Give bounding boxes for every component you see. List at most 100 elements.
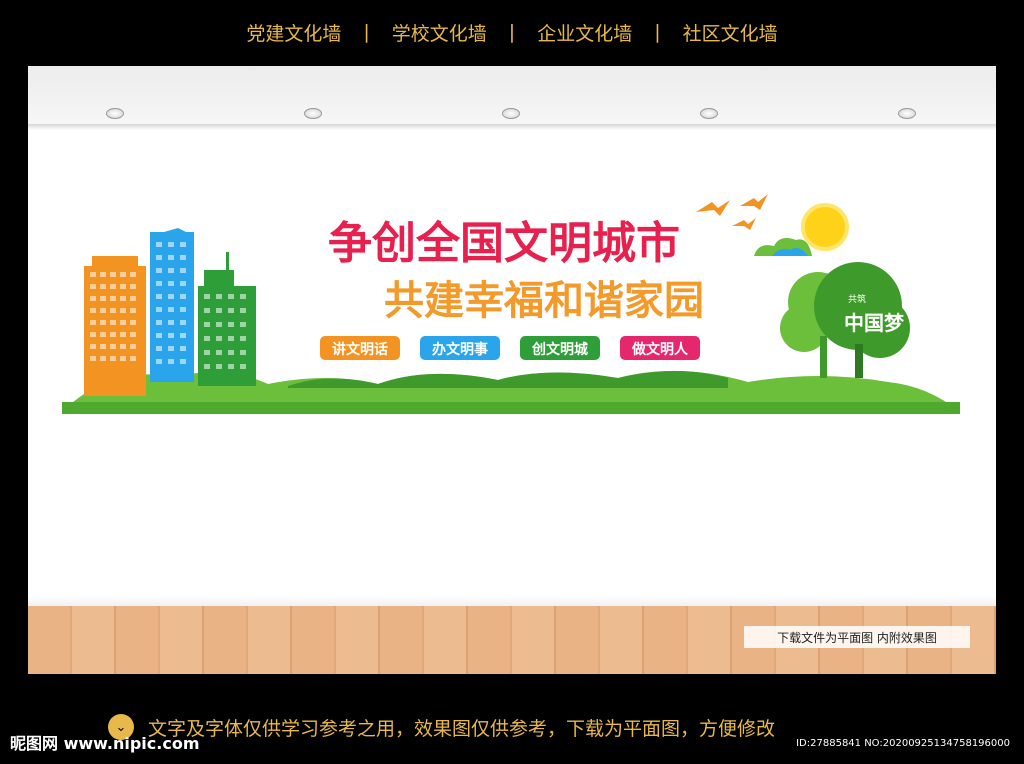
building-window [90,272,96,277]
building-window [180,359,186,364]
building-window [180,307,186,312]
building-window [110,356,116,361]
building-window [130,308,136,313]
bird-icon [732,218,756,230]
building-window [240,308,246,313]
building-window [100,308,106,313]
building-window [240,336,246,341]
building-window [110,284,116,289]
tree-logo-main: 中国梦 [844,311,905,335]
image-id: ID:27885841 NO:20200925134758196000 [796,738,1010,749]
building-window [228,350,234,355]
building-window [228,322,234,327]
building-window [168,359,174,364]
building-window [180,333,186,338]
building-window [168,281,174,286]
building-window [120,332,126,337]
building-window [110,308,116,313]
building-window [110,332,116,337]
building-window [240,350,246,355]
building-window [130,356,136,361]
building-window [90,296,96,301]
building-window [216,364,222,369]
building-window [130,296,136,301]
building-window [204,294,210,299]
bottom-bar: ⌄ 文字及字体仅供学习参考之用，效果图仅供参考，下载为平面图，方便修改 昵图网 … [0,682,1024,764]
building-window [156,333,162,338]
building-window [168,242,174,247]
building-window [120,284,126,289]
building-window [180,346,186,351]
site-logo[interactable]: 昵图网 www.nipic.com [10,730,200,754]
building-window [216,308,222,313]
building-window [120,320,126,325]
building-window [168,320,174,325]
building-window [110,320,116,325]
preview-stage: 共筑 中国梦 争创全国文明城市 共建幸福和谐家园 讲文明话 办文明事 创文明城 … [28,66,996,674]
building-window [168,268,174,273]
tag-speak-civil: 讲文明话 [332,341,388,358]
tag-do-civil: 办文明事 [432,341,488,358]
building-window [180,242,186,247]
building-window [156,242,162,247]
building-window [216,294,222,299]
building-window [168,294,174,299]
building-window [90,344,96,349]
building-blue [150,228,194,382]
building-window [120,296,126,301]
tag-be-civil: 做文明人 [631,341,689,358]
building-window [120,356,126,361]
nav-item-community[interactable]: 社区文化墙 [661,19,800,46]
building-window [100,284,106,289]
grass-hills-dark [288,371,728,388]
building-window [120,308,126,313]
banner-title-line2: 共建幸福和谐家园 [384,278,704,324]
building-window [156,281,162,286]
building-window [156,307,162,312]
building-window [90,308,96,313]
nav-item-school[interactable]: 学校文化墙 [370,19,509,46]
building-window [100,356,106,361]
building-window [110,272,116,277]
building-window [216,322,222,327]
building-window [130,284,136,289]
building-window [100,320,106,325]
building-window [90,320,96,325]
building-window [168,333,174,338]
building-window [90,356,96,361]
building-window [156,294,162,299]
building-window [180,255,186,260]
building-window [100,296,106,301]
building-window [156,320,162,325]
building-window [204,364,210,369]
tree-logo-small: 共筑 [848,293,866,305]
building-window [204,322,210,327]
bird-icon [740,194,768,210]
building-window [120,272,126,277]
building-window [100,272,106,277]
building-window [168,255,174,260]
building-window [156,359,162,364]
building-window [168,307,174,312]
building-window [130,320,136,325]
nav-item-enterprise[interactable]: 企业文化墙 [515,19,654,46]
building-window [100,332,106,337]
building-window [110,296,116,301]
nav-item-party[interactable]: 党建文化墙 [224,19,363,46]
building-window [216,336,222,341]
building-window [180,268,186,273]
building-window [216,350,222,355]
building-window [204,350,210,355]
building-window [228,308,234,313]
building-window [130,332,136,337]
building-window [130,272,136,277]
building-window [180,320,186,325]
building-window [228,294,234,299]
building-window [180,281,186,286]
building-window [204,336,210,341]
building-window [240,364,246,369]
building-window [130,344,136,349]
top-nav: 党建文化墙 | 学校文化墙 | 企业文化墙 | 社区文化墙 [0,0,1024,64]
building-window [204,308,210,313]
building-window [156,268,162,273]
